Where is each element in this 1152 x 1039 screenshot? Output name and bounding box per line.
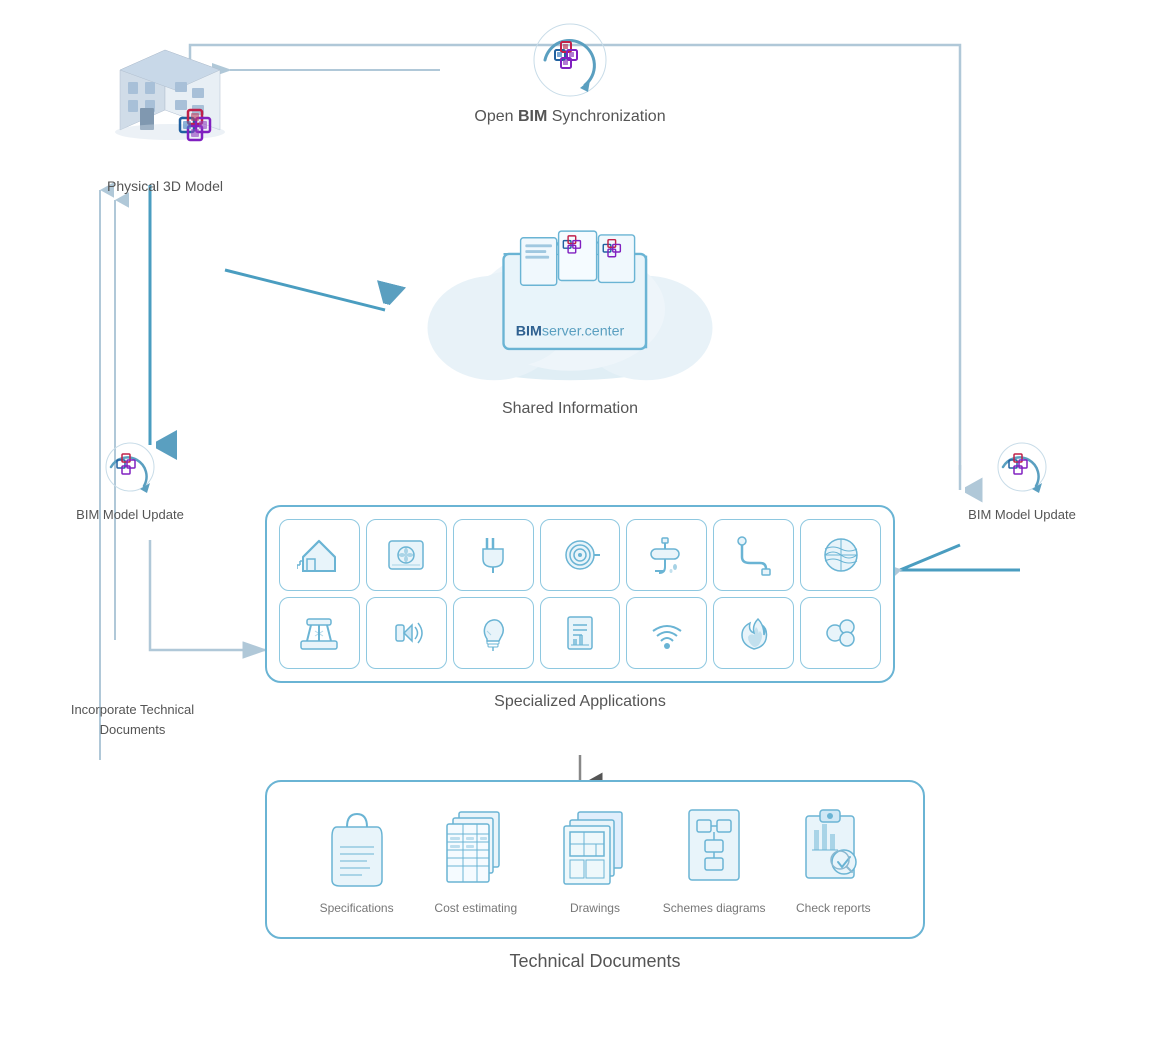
app-hvac [366, 519, 447, 591]
app-acoustics [366, 597, 447, 669]
bim-update-left-icon [103, 440, 158, 495]
tech-doc-check-reports: Check reports [778, 802, 888, 917]
drawings-label: Drawings [570, 900, 620, 917]
tech-doc-drawings: Drawings [540, 802, 650, 917]
app-electrical [453, 519, 534, 591]
specialized-apps-area: Specialized Applications [265, 505, 895, 711]
check-reports-label: Check reports [796, 900, 871, 917]
bim-update-right-label: BIM Model Update [952, 506, 1092, 524]
app-water [626, 519, 707, 591]
app-structure [279, 597, 360, 669]
building-icon [80, 30, 250, 170]
tech-doc-specifications: Specifications [302, 802, 412, 917]
cloud-folder-icon: BIMserver.center [410, 195, 730, 385]
tech-doc-cost-estimating: Cost estimating [421, 802, 531, 917]
app-plumbing [540, 519, 621, 591]
bim-sync-bold: BIM [518, 108, 547, 125]
incorporate-text: Incorporate Technical Documents [71, 702, 194, 737]
tech-docs-box: Specifications [265, 780, 925, 939]
incorporate-label: Incorporate Technical Documents [50, 700, 215, 739]
app-architecture [279, 519, 360, 591]
bim-sync-prefix: Open [474, 108, 518, 125]
drawings-icon [560, 802, 630, 892]
bim-update-left-label: BIM Model Update [60, 506, 200, 524]
svg-text:BIMserver.center: BIMserver.center [516, 324, 625, 340]
schemes-label: Schemes diagrams [663, 900, 766, 917]
physical-3d-model-label: Physical 3D Model [60, 178, 270, 194]
bim-update-left-area: BIM Model Update [60, 440, 200, 524]
tech-docs-area: Specifications [265, 780, 925, 972]
diagram-container: Physical 3D Model Open BIM Synchronizati… [0, 0, 1152, 1039]
app-gis [800, 519, 881, 591]
app-drainage [713, 519, 794, 591]
bim-sync-suffix: Synchronization [547, 108, 665, 125]
shared-info-area: BIMserver.center Shared Information [380, 195, 760, 418]
app-gas [800, 597, 881, 669]
app-reporting [540, 597, 621, 669]
specialized-apps-label: Specialized Applications [265, 693, 895, 711]
app-fire [713, 597, 794, 669]
bim-update-right-area: BIM Model Update [952, 440, 1092, 524]
specialized-apps-box [265, 505, 895, 683]
physical-3d-model-area: Physical 3D Model [60, 30, 270, 194]
app-lighting [453, 597, 534, 669]
check-reports-icon [798, 802, 868, 892]
specifications-icon [322, 802, 392, 892]
schemes-icon [679, 802, 749, 892]
bim-update-right-icon [995, 440, 1050, 495]
tech-doc-schemes: Schemes diagrams [659, 802, 769, 917]
bim-sync-icon [530, 20, 610, 100]
bim-sync-label: Open BIM Synchronization [440, 108, 700, 126]
open-bim-sync-area: Open BIM Synchronization [440, 20, 700, 126]
app-wifi [626, 597, 707, 669]
cost-estimating-icon [441, 802, 511, 892]
shared-info-label: Shared Information [380, 400, 760, 418]
technical-documents-title: Technical Documents [265, 951, 925, 972]
apps-grid [279, 519, 881, 669]
specifications-label: Specifications [320, 900, 394, 917]
cost-estimating-label: Cost estimating [434, 900, 517, 917]
